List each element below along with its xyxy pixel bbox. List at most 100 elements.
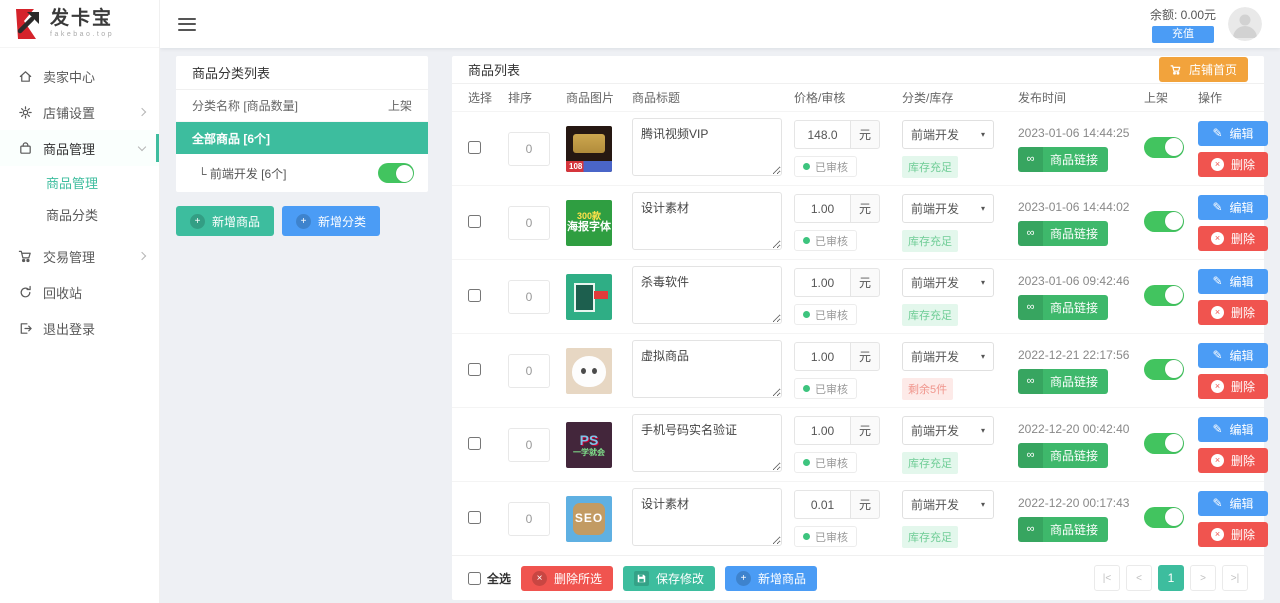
sidebar-item-shop-settings[interactable]: 店铺设置: [0, 94, 159, 130]
category-select[interactable]: 前端开发 ▾: [902, 342, 994, 371]
product-title-input[interactable]: 手机号码实名验证: [632, 414, 782, 472]
row-checkbox[interactable]: [468, 363, 481, 376]
sidebar-subitem-product-category[interactable]: 商品分类: [0, 198, 159, 230]
edit-button[interactable]: ✎ 编辑: [1198, 121, 1268, 146]
row-checkbox[interactable]: [468, 215, 481, 228]
onsale-toggle[interactable]: [1144, 359, 1184, 380]
sort-input[interactable]: [508, 428, 550, 462]
price-input[interactable]: [794, 490, 850, 519]
add-product-button[interactable]: + 新增商品: [176, 206, 274, 236]
price-cell: 元 已审核: [794, 342, 902, 399]
category-row-all-products[interactable]: 全部商品 [6个]: [176, 122, 428, 154]
category-select[interactable]: 前端开发 ▾: [902, 416, 994, 445]
select-all-checkbox[interactable]: [468, 572, 481, 585]
onsale-toggle[interactable]: [1144, 507, 1184, 528]
category-onsale-toggle[interactable]: [378, 163, 414, 183]
row-checkbox[interactable]: [468, 437, 481, 450]
sort-input[interactable]: [508, 206, 550, 240]
price-input[interactable]: [794, 120, 850, 149]
edit-button[interactable]: ✎ 编辑: [1198, 417, 1268, 442]
shop-home-button[interactable]: 店铺首页: [1159, 57, 1248, 82]
sidebar-item-label: 商品管理: [46, 173, 98, 192]
category-column: 商品分类列表 分类名称 [商品数量] 上架 全部商品 [6个] └ 前端开发 […: [176, 56, 428, 603]
category-row-frontend-dev[interactable]: └ 前端开发 [6个]: [176, 154, 428, 192]
sidebar-item-logout[interactable]: 退出登录: [0, 310, 159, 346]
add-product-button-footer[interactable]: + 新增商品: [725, 566, 817, 591]
sort-input[interactable]: [508, 502, 550, 536]
product-link-button[interactable]: ∞ 商品链接: [1018, 147, 1108, 172]
publish-time-cell: 2023-01-06 14:44:25 ∞ 商品链接: [1018, 126, 1144, 172]
save-changes-button[interactable]: 保存修改: [623, 566, 715, 591]
product-title-input[interactable]: 虚拟商品: [632, 340, 782, 398]
stock-badge: 库存充足: [902, 304, 958, 326]
row-checkbox[interactable]: [468, 289, 481, 302]
category-select[interactable]: 前端开发 ▾: [902, 120, 994, 149]
onsale-toggle[interactable]: [1144, 285, 1184, 306]
delete-selected-button[interactable]: × 删除所选: [521, 566, 613, 591]
delete-button[interactable]: × 删除: [1198, 226, 1268, 251]
actions-cell: ✎ 编辑 × 删除: [1198, 121, 1268, 177]
category-select[interactable]: 前端开发 ▾: [902, 194, 994, 223]
hamburger-menu-icon[interactable]: [178, 14, 196, 34]
title-cell: 设计素材: [632, 488, 794, 549]
delete-button[interactable]: × 删除: [1198, 374, 1268, 399]
delete-button[interactable]: × 删除: [1198, 152, 1268, 177]
add-category-button[interactable]: + 新增分类: [282, 206, 380, 236]
product-title-input[interactable]: 杀毒软件: [632, 266, 782, 324]
audit-badge: 已审核: [794, 378, 857, 399]
publish-time: 2023-01-06 14:44:25: [1018, 126, 1129, 140]
category-select[interactable]: 前端开发 ▾: [902, 490, 994, 519]
row-checkbox[interactable]: [468, 511, 481, 524]
pagination-prev-button[interactable]: <: [1126, 565, 1152, 591]
product-link-button[interactable]: ∞ 商品链接: [1018, 443, 1108, 468]
pagination-last-button[interactable]: >|: [1222, 565, 1248, 591]
product-link-button[interactable]: ∞ 商品链接: [1018, 221, 1108, 246]
sidebar-item-recycle-bin[interactable]: 回收站: [0, 274, 159, 310]
bag-icon: [18, 141, 33, 156]
price-input[interactable]: [794, 416, 850, 445]
sidebar-item-seller-center[interactable]: 卖家中心: [0, 58, 159, 94]
user-icon: [1228, 7, 1262, 41]
delete-button[interactable]: × 删除: [1198, 300, 1268, 325]
sidebar-item-trade-management[interactable]: 交易管理: [0, 238, 159, 274]
onsale-toggle[interactable]: [1144, 211, 1184, 232]
product-title-input[interactable]: 腾讯视频VIP: [632, 118, 782, 176]
category-select-value: 前端开发: [911, 422, 959, 439]
edit-button[interactable]: ✎ 编辑: [1198, 269, 1268, 294]
audit-label: 已审核: [815, 159, 848, 175]
thumb-text: 一学就会: [573, 448, 605, 457]
button-label: 删除所选: [554, 570, 602, 587]
sort-input[interactable]: [508, 132, 550, 166]
edit-button[interactable]: ✎ 编辑: [1198, 195, 1268, 220]
price-input[interactable]: [794, 268, 850, 297]
onsale-toggle[interactable]: [1144, 433, 1184, 454]
edit-button[interactable]: ✎ 编辑: [1198, 343, 1268, 368]
select-all[interactable]: 全选: [468, 570, 511, 587]
sort-input[interactable]: [508, 280, 550, 314]
pagination-next-button[interactable]: >: [1190, 565, 1216, 591]
sidebar-subitem-product-management[interactable]: 商品管理: [0, 166, 159, 198]
recharge-button[interactable]: 充值: [1152, 26, 1214, 43]
edit-button[interactable]: ✎ 编辑: [1198, 491, 1268, 516]
category-select[interactable]: 前端开发 ▾: [902, 268, 994, 297]
pagination-page-1-button[interactable]: 1: [1158, 565, 1184, 591]
delete-button[interactable]: × 删除: [1198, 522, 1268, 547]
sort-input[interactable]: [508, 354, 550, 388]
product-title-input[interactable]: 设计素材: [632, 488, 782, 546]
pagination-first-button[interactable]: |<: [1094, 565, 1120, 591]
product-title-input[interactable]: 设计素材: [632, 192, 782, 250]
button-label: 商品链接: [1050, 225, 1098, 242]
sidebar-item-product-management[interactable]: 商品管理: [0, 130, 159, 166]
green-dot-icon: [803, 459, 810, 466]
onsale-toggle[interactable]: [1144, 137, 1184, 158]
avatar[interactable]: [1228, 7, 1262, 41]
row-checkbox[interactable]: [468, 141, 481, 154]
product-link-button[interactable]: ∞ 商品链接: [1018, 517, 1108, 542]
product-link-button[interactable]: ∞ 商品链接: [1018, 295, 1108, 320]
product-link-button[interactable]: ∞ 商品链接: [1018, 369, 1108, 394]
balance-label: 余额:: [1150, 8, 1177, 22]
price-input[interactable]: [794, 342, 850, 371]
price-input[interactable]: [794, 194, 850, 223]
delete-button[interactable]: × 删除: [1198, 448, 1268, 473]
stock-badge: 库存充足: [902, 526, 958, 548]
